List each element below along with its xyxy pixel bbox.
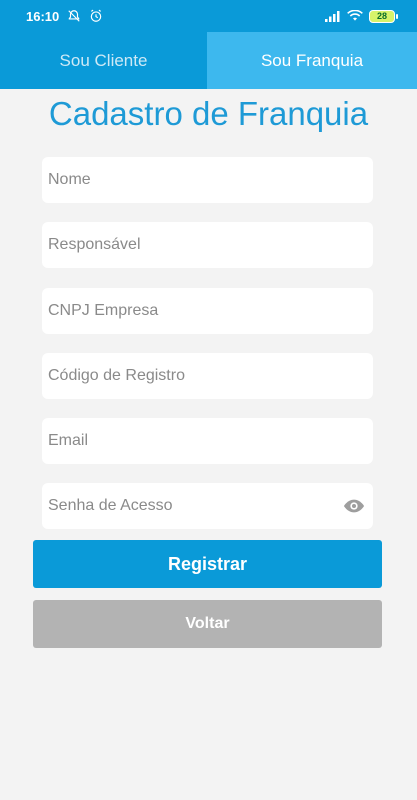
register-button[interactable]: Registrar	[33, 540, 382, 588]
email-input[interactable]	[48, 418, 367, 464]
notifications-off-icon	[68, 10, 80, 22]
password-field-container	[42, 483, 373, 529]
status-time: 16:10	[26, 8, 60, 24]
email-field-container	[42, 418, 373, 464]
cnpj-field-container	[42, 288, 373, 334]
wifi-icon	[347, 10, 363, 21]
status-bar: 16:10 28	[0, 0, 417, 32]
cnpj-input[interactable]	[48, 288, 367, 334]
battery-level: 28	[376, 11, 387, 21]
tab-sou-cliente[interactable]: Sou Cliente	[0, 32, 207, 89]
password-input[interactable]	[48, 483, 343, 529]
alarm-icon	[91, 9, 102, 22]
tab-sou-franquia[interactable]: Sou Franquia	[207, 32, 417, 89]
name-input[interactable]	[48, 157, 367, 203]
responsible-input[interactable]	[48, 222, 367, 268]
back-button[interactable]: Voltar	[33, 600, 382, 648]
registration-code-input[interactable]	[48, 353, 367, 399]
signal-icon	[325, 11, 340, 22]
name-field-container	[42, 157, 373, 203]
eye-icon[interactable]	[343, 495, 365, 517]
registration-code-field-container	[42, 353, 373, 399]
responsible-field-container	[42, 222, 373, 268]
battery-icon: 28	[369, 9, 398, 23]
page-title: Cadastro de Franquia	[48, 95, 369, 132]
tab-bar: Sou Cliente Sou Franquia	[0, 32, 417, 89]
